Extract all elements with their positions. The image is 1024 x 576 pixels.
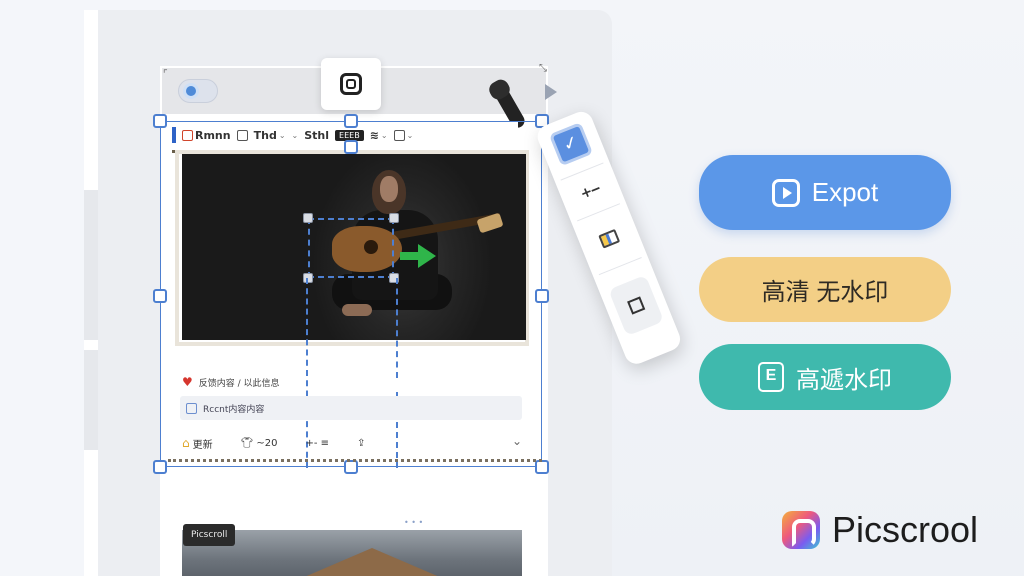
resize-handle[interactable] <box>344 140 358 154</box>
toggle-switch[interactable] <box>178 79 218 103</box>
dotted-divider <box>168 459 542 463</box>
shirt-item[interactable]: 👕︎ ~20 <box>241 438 278 449</box>
resize-handle[interactable] <box>153 289 167 303</box>
panel-divider <box>560 162 604 181</box>
pagination-dots: • • • <box>404 518 424 527</box>
export-icon <box>771 178 800 207</box>
picscroll-logo-icon <box>782 511 820 549</box>
frame-tool-button[interactable] <box>321 58 381 110</box>
check-icon: ✓ <box>548 122 594 167</box>
stepper-item[interactable]: +- ≡ <box>305 438 329 449</box>
confirm-tool[interactable]: ✓ <box>538 118 605 171</box>
export-button[interactable]: Expot <box>699 155 951 230</box>
shirt-icon: 👕︎ <box>240 437 254 449</box>
brand-name: Picscrool <box>832 509 979 550</box>
left-edge-strip <box>84 10 98 576</box>
frame-icon <box>340 73 362 95</box>
heart-icon: ♥ <box>182 375 193 389</box>
strip-segment <box>84 350 98 450</box>
hd-no-watermark-button[interactable]: 高清 无水印 <box>699 257 951 322</box>
corner-mark-icon: ⤡ <box>539 63 547 74</box>
layout-tool[interactable] <box>580 221 639 256</box>
text-input-row[interactable]: Rccnt内容内容 <box>180 396 522 420</box>
share-item[interactable]: ⇪ <box>357 438 365 449</box>
image-icon <box>186 402 197 414</box>
edit-doc-icon: E <box>758 362 784 392</box>
crop-icon <box>627 296 646 315</box>
action-row: ⌂ 更新 👕︎ ~20 +- ≡ ⇪ ⌄ <box>182 434 522 452</box>
remove-watermark-button[interactable]: E 高遞水印 <box>699 344 951 410</box>
panel-divider <box>598 257 642 276</box>
home-icon: ⌂ <box>182 436 190 450</box>
roof-shape <box>302 548 442 576</box>
share-icon: ⇪ <box>356 437 366 449</box>
crop-button <box>608 274 665 337</box>
adjust-tool[interactable]: +‒ <box>560 173 620 210</box>
feedback-row[interactable]: ♥ 反馈内容 / 以此信息 <box>182 374 280 390</box>
layout-icon <box>598 228 621 249</box>
brand-lockup: Picscrool <box>782 508 978 552</box>
resize-handle[interactable] <box>153 114 167 128</box>
strip-segment <box>84 190 98 340</box>
resize-handle[interactable] <box>535 289 549 303</box>
toggle-knob <box>183 83 199 99</box>
play-icon[interactable] <box>545 84 557 100</box>
resize-handle[interactable] <box>153 460 167 474</box>
panel-divider <box>577 203 621 222</box>
corner-mark-icon: ⌜ <box>163 69 168 80</box>
watermark-tag: Picscroll <box>183 524 236 546</box>
resize-handle[interactable] <box>344 114 358 128</box>
home-item[interactable]: ⌂ 更新 <box>182 436 213 451</box>
chevron-down-icon[interactable]: ⌄ <box>512 434 522 448</box>
adjust-icon: +‒ <box>578 180 603 203</box>
